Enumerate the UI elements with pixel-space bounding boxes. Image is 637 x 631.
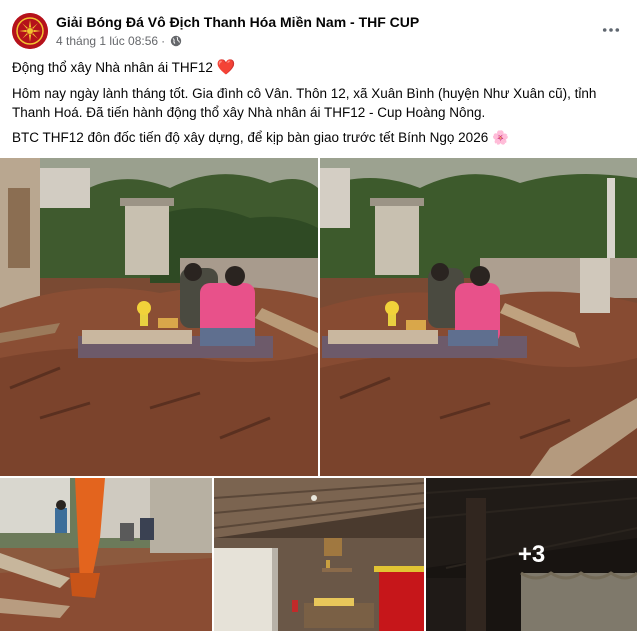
post-text-closing: BTC THF12 đôn đốc tiến độ xây dựng, để k… — [12, 128, 625, 147]
post-title-text: Động thổ xây Nhà nhân ái THF12 — [12, 60, 213, 75]
post-text-paragraph: Hôm nay ngày lành tháng tốt. Gia đình cô… — [12, 86, 597, 120]
post-timestamp[interactable]: 4 tháng 1 lúc 08:56 — [56, 34, 158, 48]
post-photo-3[interactable] — [0, 478, 212, 631]
more-photos-overlay[interactable]: +3 — [426, 478, 637, 631]
post-text-line1: Động thổ xây Nhà nhân ái THF12 ❤️ — [12, 58, 625, 77]
meta-separator: · — [161, 34, 166, 48]
facebook-post: Giải Bóng Đá Vô Địch Thanh Hóa Miền Nam … — [0, 0, 637, 631]
post-photo-5-more[interactable]: +3 — [426, 478, 637, 631]
page-name-link[interactable]: Giải Bóng Đá Vô Địch Thanh Hóa Miền Nam … — [56, 14, 419, 30]
post-photo-2[interactable] — [320, 158, 637, 476]
post-meta: 4 tháng 1 lúc 08:56 · — [56, 34, 182, 48]
post-photo-1[interactable] — [0, 158, 318, 476]
heart-icon: ❤️ — [216, 59, 236, 76]
more-options-button[interactable] — [599, 18, 623, 42]
globe-icon[interactable] — [170, 35, 182, 47]
flower-icon: 🌸 — [491, 130, 509, 145]
more-horizontal-icon — [602, 28, 620, 32]
page-avatar[interactable] — [12, 13, 48, 49]
post-closing-text: BTC THF12 đôn đốc tiến độ xây dựng, để k… — [12, 130, 489, 145]
post-photo-4[interactable] — [214, 478, 424, 631]
